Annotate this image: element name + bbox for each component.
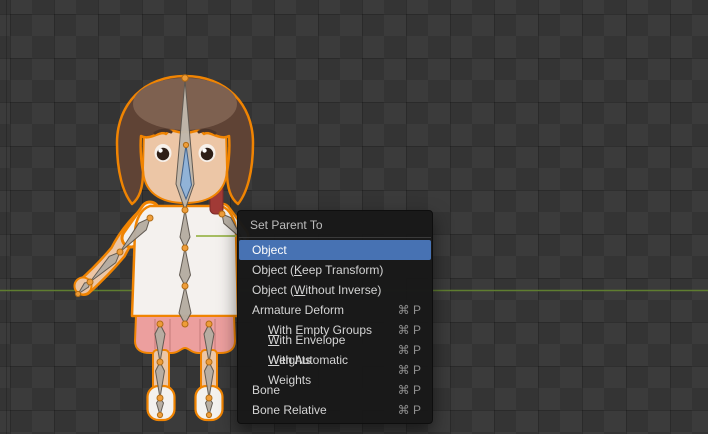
menu-item-with-automatic-weights[interactable]: With Automatic Weights ⌘ P (239, 353, 431, 387)
menu-item-bone-relative[interactable]: Bone Relative ⌘ P (239, 400, 431, 420)
menu-item-object-without-inverse[interactable]: Object (Without Inverse) (239, 280, 431, 300)
menu-item-object-keep-transform[interactable]: Object (Keep Transform) (239, 260, 431, 280)
menu-item-shortcut: ⌘ P (397, 383, 421, 397)
menu-item-shortcut: ⌘ P (397, 343, 421, 357)
menu-item-armature-deform[interactable]: Armature Deform ⌘ P (239, 300, 431, 320)
menu-separator (239, 237, 431, 238)
menu-item-shortcut: ⌘ P (397, 323, 421, 337)
menu-item-label: Object (252, 243, 287, 257)
menu-items: Object Object (Keep Transform) Object (W… (238, 240, 432, 420)
menu-item-shortcut: ⌘ P (397, 303, 421, 317)
menu-item-label: With Automatic Weights (268, 353, 349, 387)
context-menu-set-parent: Set Parent To Object Object (Keep Transf… (237, 210, 433, 424)
menu-item-shortcut: ⌘ P (397, 403, 421, 417)
menu-item-label: Bone Relative (252, 403, 327, 417)
menu-title: Set Parent To (250, 218, 323, 232)
menu-item-label: Armature Deform (252, 303, 345, 317)
character-eye-right (198, 144, 216, 162)
menu-item-label: Object (Keep Transform) (252, 263, 384, 277)
menu-item-object[interactable]: Object (239, 240, 431, 260)
menu-item-shortcut: ⌘ P (397, 363, 421, 377)
menu-item-label: Bone (252, 383, 281, 397)
menu-item-label: Object (Without Inverse) (252, 283, 382, 297)
character-eye-left (154, 144, 172, 162)
